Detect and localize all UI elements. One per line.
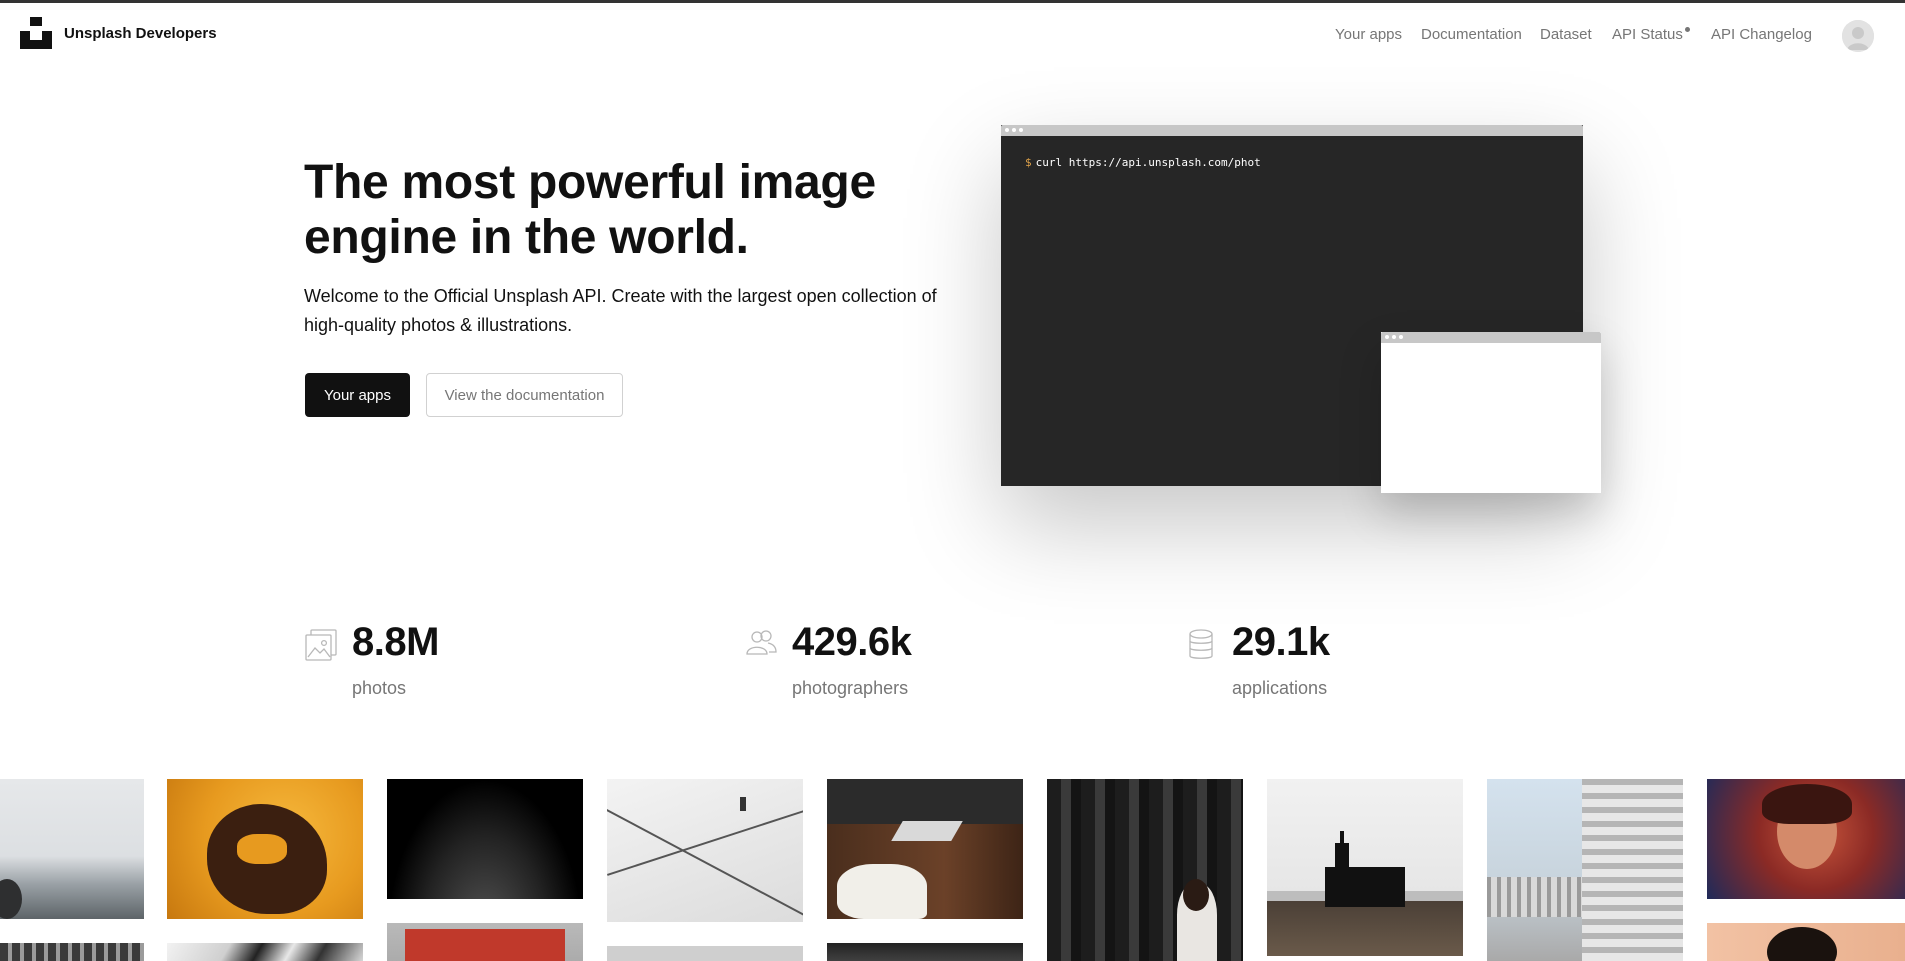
response-window-illustration (1381, 332, 1601, 493)
photo-tile[interactable] (607, 946, 803, 961)
photo-tile[interactable] (387, 923, 583, 961)
stat-applications-label: applications (1232, 678, 1328, 698)
avatar-placeholder-icon (1842, 20, 1874, 52)
brand-name[interactable]: Unsplash Developers (64, 25, 217, 42)
photo-tile[interactable] (607, 779, 803, 922)
hero-title: The most powerful image engine in the wo… (304, 156, 876, 264)
photo-grid (0, 779, 1905, 961)
response-window-title-bar (1381, 332, 1601, 343)
terminal-command: curl https://api.unsplash.com/phot (1035, 156, 1261, 169)
photos-icon (305, 629, 337, 661)
photo-tile[interactable] (1487, 779, 1683, 961)
stat-photos-value: 8.8M (352, 620, 439, 664)
unsplash-logo-icon[interactable] (20, 17, 52, 49)
applications-icon (1189, 629, 1213, 659)
photo-tile[interactable] (1707, 779, 1905, 899)
site-header: Unsplash Developers Your apps Documentat… (0, 3, 1905, 65)
photo-tile[interactable] (1267, 779, 1463, 956)
user-avatar[interactable] (1842, 20, 1874, 52)
window-dots-icon (1005, 128, 1023, 132)
stat-photographers-value: 429.6k (792, 620, 912, 664)
nav-dataset[interactable]: Dataset (1540, 26, 1592, 43)
photo-tile[interactable] (0, 943, 144, 961)
nav-your-apps[interactable]: Your apps (1335, 26, 1402, 43)
photographers-icon (746, 630, 777, 655)
photo-tile[interactable] (827, 779, 1023, 919)
hero-subtitle: Welcome to the Official Unsplash API. Cr… (304, 286, 937, 335)
stat-photos-label: photos (352, 678, 407, 698)
nav-documentation[interactable]: Documentation (1421, 26, 1522, 43)
photo-tile[interactable] (0, 779, 144, 919)
photo-tile[interactable] (167, 779, 363, 919)
nav-api-status[interactable]: API Status (1612, 26, 1690, 43)
photo-tile[interactable] (167, 943, 363, 961)
photo-tile[interactable] (387, 779, 583, 899)
photo-tile[interactable] (1047, 779, 1243, 961)
your-apps-button[interactable]: Your apps (305, 373, 410, 417)
nav-api-changelog[interactable]: API Changelog (1711, 26, 1812, 43)
nav-api-status-label: API Status (1612, 26, 1683, 43)
photo-tile[interactable] (827, 943, 1023, 961)
stat-applications-value: 29.1k (1232, 620, 1330, 664)
stat-photographers-label: photographers (792, 678, 909, 698)
view-documentation-button[interactable]: View the documentation (426, 373, 623, 417)
terminal-command-line: $ curl https://api.unsplash.com/phot (1025, 156, 1261, 169)
photo-tile[interactable] (1707, 923, 1905, 961)
status-indicator-dot (1684, 27, 1690, 32)
terminal-prompt: $ (1025, 156, 1032, 169)
terminal-title-bar (1001, 125, 1583, 136)
window-dots-icon (1385, 335, 1403, 339)
